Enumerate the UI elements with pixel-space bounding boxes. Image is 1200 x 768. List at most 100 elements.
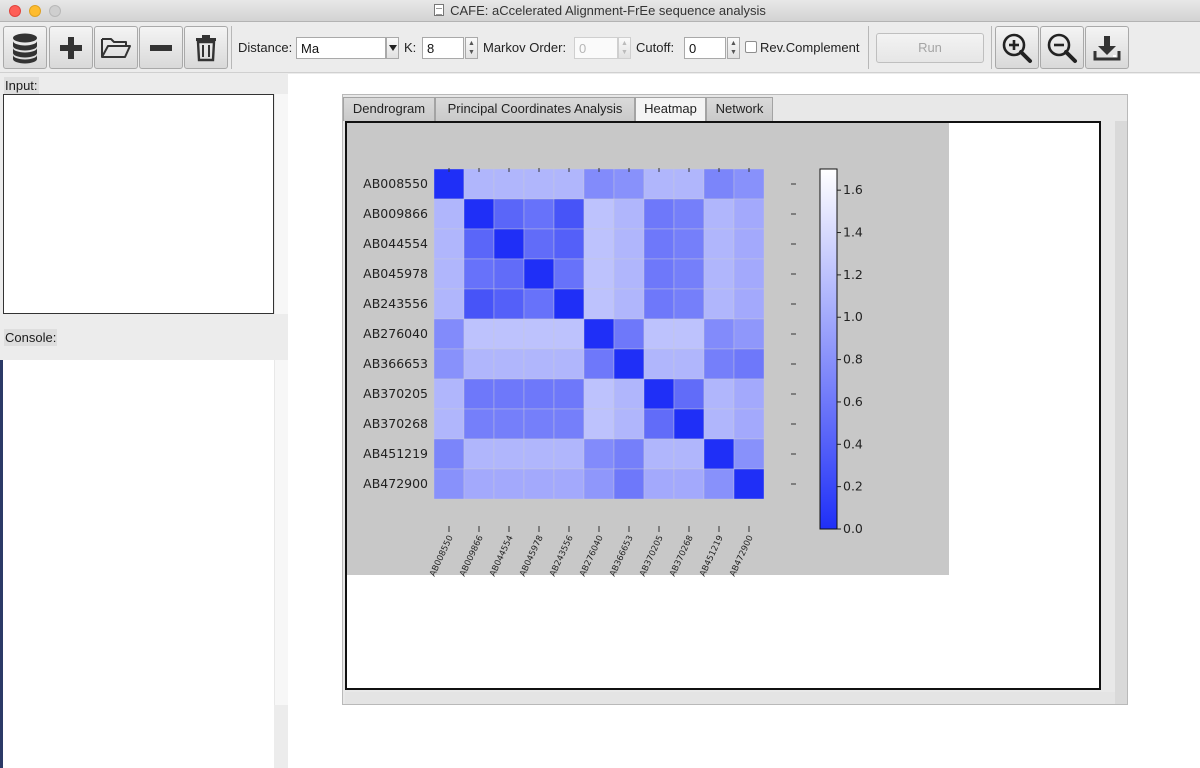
colorbar-tick-label: 1.2 — [843, 267, 863, 282]
heatmap-cell — [583, 258, 615, 290]
heatmap-cell — [703, 408, 735, 440]
heatmap-cell — [613, 438, 645, 470]
horizontal-scrollbar[interactable] — [345, 692, 1115, 704]
distance-select[interactable]: Ma — [296, 37, 386, 59]
heatmap-cell — [463, 468, 495, 500]
heatmap-cell — [733, 378, 765, 410]
heatmap-cell — [523, 408, 555, 440]
row-label: AB451219 — [363, 446, 428, 461]
results-tab-pane: Dendrogram Principal Coordinates Analysi… — [342, 94, 1128, 705]
zoom-in-button[interactable] — [995, 26, 1039, 69]
row-label: AB472900 — [363, 476, 428, 491]
colorbar-tick-label: 0.8 — [843, 352, 863, 367]
distance-dropdown-button[interactable] — [386, 37, 399, 59]
row-label: AB045978 — [363, 266, 428, 281]
colorbar-tick-label: 0.4 — [843, 436, 863, 451]
heatmap-cell — [493, 348, 525, 380]
minus-icon — [150, 44, 172, 51]
colorbar-tick-label: 1.4 — [843, 225, 863, 240]
heatmap-cell — [553, 468, 585, 500]
heatmap-cell — [553, 318, 585, 350]
open-folder-button[interactable] — [94, 26, 138, 69]
download-button[interactable] — [1085, 26, 1129, 69]
heatmap-cell — [733, 198, 765, 230]
heatmap-cell — [493, 228, 525, 260]
heatmap-canvas-frame: AB008550 AB009866 AB044554 AB045978 AB243556… — [345, 121, 1101, 690]
heatmap-cell — [703, 468, 735, 500]
tab-dendrogram[interactable]: Dendrogram — [343, 97, 435, 121]
toolbar-separator — [991, 26, 992, 69]
colorbar-tick-label: 1.0 — [843, 309, 863, 324]
heatmap-cell — [703, 198, 735, 230]
k-label: K: — [404, 40, 417, 55]
zoom-in-icon — [1002, 33, 1032, 63]
heatmap-cell — [673, 468, 705, 500]
heatmap-cell — [613, 288, 645, 320]
heatmap-cell — [643, 198, 675, 230]
rev-complement-checkbox[interactable] — [745, 41, 757, 53]
document-icon — [434, 4, 445, 16]
heatmap-cell — [493, 468, 525, 500]
remove-button[interactable] — [139, 26, 183, 69]
heatmap-cell — [553, 408, 585, 440]
heatmap-cell — [673, 228, 705, 260]
heatmap-cell — [523, 378, 555, 410]
heatmap-cell — [463, 258, 495, 290]
colorbar-tick-label: 0.0 — [843, 521, 863, 536]
heatmap-cell — [613, 168, 645, 200]
heatmap-cell — [703, 378, 735, 410]
heatmap-cell — [733, 348, 765, 380]
tab-principal-coordinates-analysis[interactable]: Principal Coordinates Analysis — [435, 97, 635, 121]
heatmap-cell — [583, 378, 615, 410]
heatmap-cell — [703, 258, 735, 290]
vertical-scrollbar[interactable] — [1115, 121, 1127, 704]
zoom-out-button[interactable] — [1040, 26, 1084, 69]
heatmap-cell — [643, 168, 675, 200]
heatmap-cell — [493, 378, 525, 410]
tab-network[interactable]: Network — [706, 97, 773, 121]
heatmap-cell — [433, 258, 465, 290]
heatmap-cell — [433, 198, 465, 230]
heatmap-cell — [703, 318, 735, 350]
k-stepper[interactable]: ▲ ▼ — [465, 37, 478, 59]
heatmap-cell — [463, 378, 495, 410]
folder-open-icon — [101, 37, 131, 58]
database-button[interactable] — [3, 26, 47, 69]
heatmap-cell — [643, 378, 675, 410]
input-scrollbar[interactable] — [274, 94, 288, 314]
heatmap-cell — [643, 348, 675, 380]
heatmap-cell — [553, 288, 585, 320]
heatmap-cell — [583, 228, 615, 260]
input-text-area[interactable] — [3, 94, 274, 314]
markov-order-stepper[interactable]: ▲ ▼ — [618, 37, 631, 59]
markov-order-input[interactable]: 0 — [574, 37, 618, 59]
add-button[interactable] — [49, 26, 93, 69]
toolbar-separator — [231, 26, 232, 69]
cutoff-input[interactable]: 0 — [684, 37, 726, 59]
heatmap-cell — [523, 258, 555, 290]
heatmap-cell — [673, 258, 705, 290]
heatmap-cell — [493, 168, 525, 200]
heatmap-cell — [493, 258, 525, 290]
input-label: Input: — [4, 77, 39, 94]
heatmap-cell — [493, 288, 525, 320]
k-input[interactable]: 8 — [422, 37, 464, 59]
console-scrollbar[interactable] — [274, 360, 288, 705]
colorbar-tick-label: 0.2 — [843, 479, 863, 494]
heatmap-cell — [583, 468, 615, 500]
delete-button[interactable] — [184, 26, 228, 69]
heatmap-cell — [493, 408, 525, 440]
heatmap-cell — [673, 168, 705, 200]
rev-complement-label: Rev.Complement — [760, 40, 860, 55]
row-label: AB009866 — [363, 206, 428, 221]
heatmap-cell — [523, 288, 555, 320]
heatmap-cell — [613, 468, 645, 500]
heatmap-cell — [523, 468, 555, 500]
heatmap-cell — [523, 198, 555, 230]
tab-heatmap[interactable]: Heatmap — [635, 97, 706, 122]
cutoff-stepper[interactable]: ▲ ▼ — [727, 37, 740, 59]
run-button[interactable]: Run — [876, 33, 984, 63]
heatmap-cell — [583, 288, 615, 320]
row-label: AB276040 — [363, 326, 428, 341]
heatmap-cell — [643, 468, 675, 500]
